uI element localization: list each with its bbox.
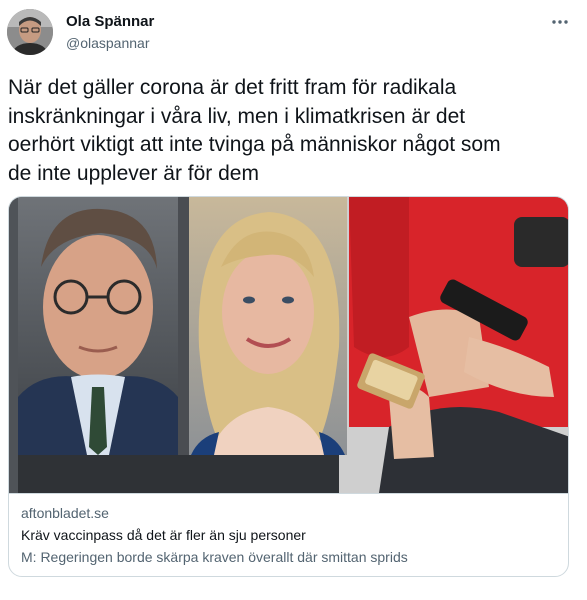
tweet-text: När det gäller corona är det fritt fram … xyxy=(8,76,501,185)
card-description: M: Regeringen borde skärpa kraven överal… xyxy=(21,549,408,565)
link-preview-card[interactable]: aftonbladet.se Kräv vaccinpass då det är… xyxy=(8,196,569,577)
more-options-button[interactable] xyxy=(548,12,572,32)
author-handle[interactable]: @olaspannar xyxy=(66,35,150,51)
link-preview-image xyxy=(9,197,568,493)
card-divider xyxy=(9,493,568,494)
author-avatar[interactable] xyxy=(7,9,53,55)
tweet: Ola Spännar @olaspannar När det gäller c… xyxy=(0,0,587,600)
avatar-photo xyxy=(7,9,53,55)
news-collage-image xyxy=(9,197,568,493)
more-horizontal-icon xyxy=(552,20,568,24)
card-domain: aftonbladet.se xyxy=(21,505,109,521)
author-name[interactable]: Ola Spännar xyxy=(66,13,154,30)
card-title: Kräv vaccinpass då det är fler än sju pe… xyxy=(21,527,306,543)
